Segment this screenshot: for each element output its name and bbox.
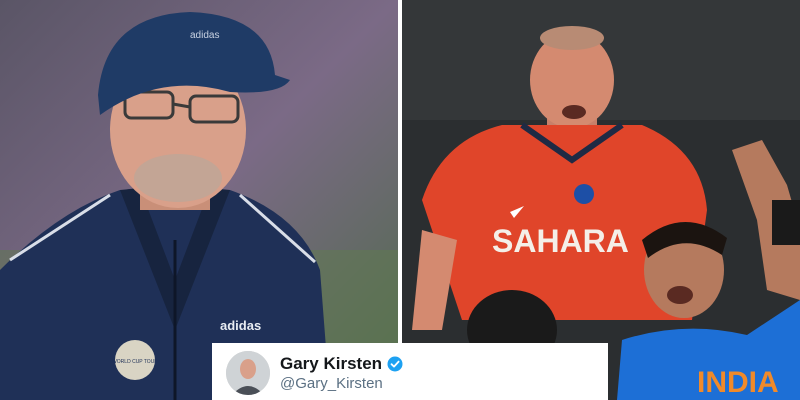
left-photo: adidas adidas WORLD CUP TOUR bbox=[0, 0, 398, 400]
avatar-image bbox=[226, 351, 270, 395]
cap-logo: adidas bbox=[190, 30, 219, 41]
tweet-handle[interactable]: @Gary_Kirsten bbox=[280, 375, 383, 392]
tweet-card[interactable]: Gary Kirsten @Gary_Kirsten bbox=[212, 343, 608, 400]
player-jersey-text: INDIA bbox=[697, 366, 779, 399]
jacket-logo: adidas bbox=[220, 318, 261, 333]
badge-text: WORLD CUP TOUR bbox=[112, 359, 158, 365]
verified-badge-icon bbox=[387, 356, 403, 372]
avatar[interactable] bbox=[226, 351, 270, 395]
right-photo: SAHARA INDIA bbox=[402, 0, 800, 400]
tweet-name-row: Gary Kirsten bbox=[280, 354, 403, 374]
jersey-sponsor-text: SAHARA bbox=[492, 223, 629, 259]
left-photo-scene: adidas adidas WORLD CUP TOUR bbox=[0, 0, 398, 400]
tweet-display-name[interactable]: Gary Kirsten bbox=[280, 354, 382, 374]
jersey-crest bbox=[574, 184, 594, 204]
right-photo-scene: SAHARA INDIA bbox=[402, 0, 800, 400]
